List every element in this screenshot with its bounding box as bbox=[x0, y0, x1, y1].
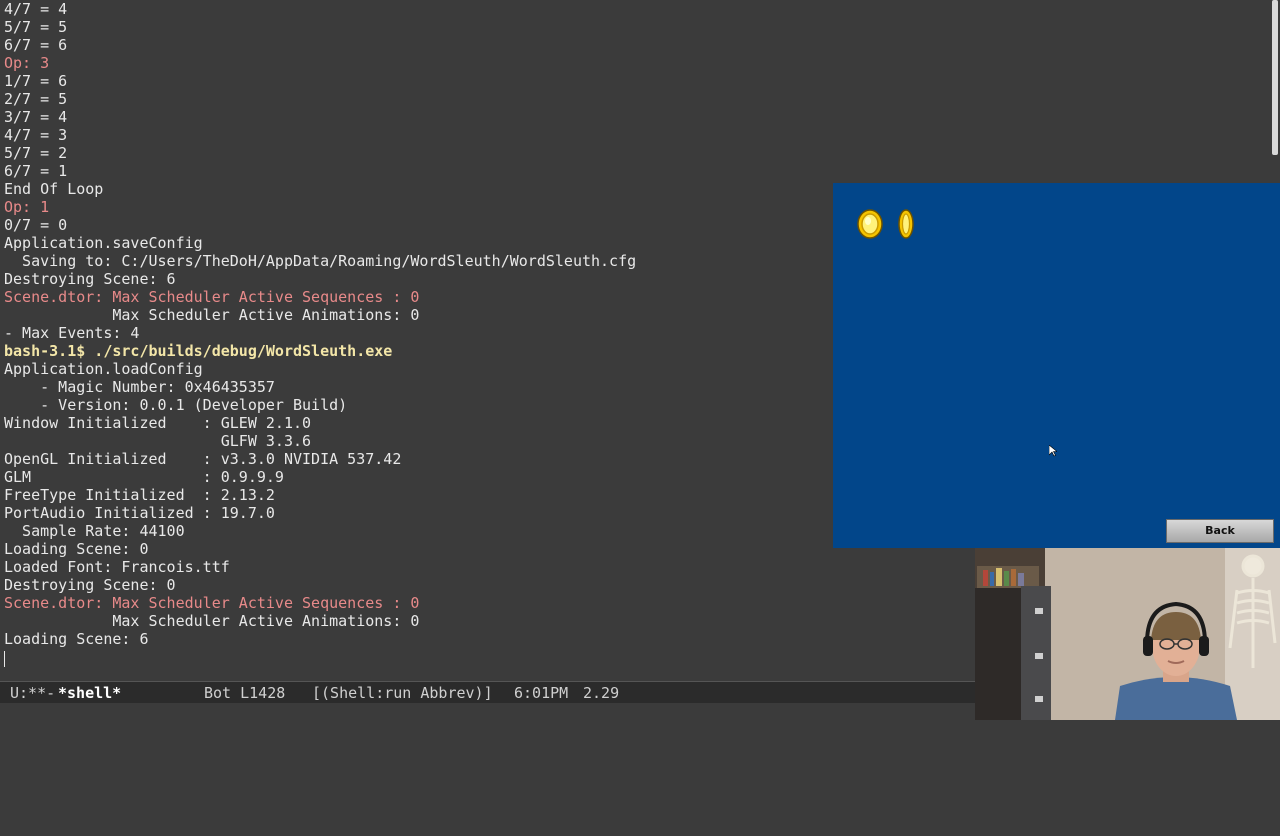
scrollbar-thumb[interactable] bbox=[1272, 0, 1278, 155]
terminal-output: 4/7 = 4 5/7 = 5 6/7 = 6 Op: 3 1/7 = 6 2/7 = 5… bbox=[4, 0, 636, 648]
terminal-line: - Max Events: 4 bbox=[4, 324, 140, 342]
major-minor-modes[interactable]: [(Shell:run Abbrev)] bbox=[312, 682, 493, 704]
terminal-line: - Version: 0.0.1 (Developer Build) bbox=[4, 396, 348, 414]
terminal-line: 4/7 = 3 bbox=[4, 126, 68, 144]
text-cursor bbox=[4, 651, 5, 667]
terminal-line: Application.saveConfig bbox=[4, 234, 203, 252]
terminal-line: Loaded Font: Francois.ttf bbox=[4, 558, 230, 576]
terminal-line: OpenGL Initialized : v3.3.0 NVIDIA 537.4… bbox=[4, 450, 402, 468]
terminal-line: 3/7 = 4 bbox=[4, 108, 68, 126]
terminal-line: FreeType Initialized : 2.13.2 bbox=[4, 486, 275, 504]
terminal-line: Window Initialized : GLEW 2.1.0 bbox=[4, 414, 312, 432]
terminal-line: 4/7 = 4 bbox=[4, 0, 68, 18]
terminal-line: Application.loadConfig bbox=[4, 360, 203, 378]
coin-front-icon bbox=[857, 209, 883, 239]
terminal-line: Sample Rate: 44100 bbox=[4, 522, 185, 540]
coin-edge-icon bbox=[898, 209, 914, 239]
shell-prompt-line: bash-3.1$ ./src/builds/debug/WordSleuth.… bbox=[4, 342, 393, 360]
terminal-line: GLFW 3.3.6 bbox=[4, 432, 312, 450]
terminal-line: 0/7 = 0 bbox=[4, 216, 68, 234]
load-average: 2.29 bbox=[583, 684, 620, 702]
terminal-line: 6/7 = 6 bbox=[4, 36, 68, 54]
terminal-line: Scene.dtor: Max Scheduler Active Sequenc… bbox=[4, 594, 420, 612]
terminal-line: Destroying Scene: 6 bbox=[4, 270, 176, 288]
terminal-line: Loading Scene: 0 bbox=[4, 540, 149, 558]
terminal-line: End Of Loop bbox=[4, 180, 104, 198]
webcam-video-image bbox=[975, 548, 1280, 720]
buffer-name[interactable]: *shell* bbox=[58, 682, 121, 704]
terminal-line: 5/7 = 2 bbox=[4, 144, 68, 162]
shell-terminal[interactable]: 4/7 = 4 5/7 = 5 6/7 = 6 Op: 3 1/7 = 6 2/7 = 5… bbox=[0, 0, 975, 680]
terminal-line: Scene.dtor: Max Scheduler Active Sequenc… bbox=[4, 288, 420, 306]
terminal-line: 2/7 = 5 bbox=[4, 90, 68, 108]
clock: 6:01PM bbox=[514, 684, 569, 702]
back-button[interactable]: Back bbox=[1166, 519, 1274, 543]
terminal-line: 5/7 = 5 bbox=[4, 18, 68, 36]
terminal-line: Op: 1 bbox=[4, 198, 50, 216]
webcam-overlay bbox=[975, 548, 1280, 720]
terminal-line: Saving to: C:/Users/TheDoH/AppData/Roami… bbox=[4, 252, 637, 270]
terminal-line: 6/7 = 1 bbox=[4, 162, 68, 180]
terminal-line: Op: 3 bbox=[4, 54, 50, 72]
minibuffer[interactable] bbox=[0, 703, 975, 720]
scrollbar[interactable] bbox=[1270, 0, 1280, 183]
terminal-line: Destroying Scene: 0 bbox=[4, 576, 176, 594]
terminal-line: PortAudio Initialized : 19.7.0 bbox=[4, 504, 275, 522]
terminal-line: Max Scheduler Active Animations: 0 bbox=[4, 612, 420, 630]
terminal-line: Max Scheduler Active Animations: 0 bbox=[4, 306, 420, 324]
terminal-line: - Magic Number: 0x46435357 bbox=[4, 378, 275, 396]
emacs-mode-line: U:**- *shell* Bot L1428 [(Shell:run Abbr… bbox=[0, 681, 975, 704]
terminal-line: Loading Scene: 6 bbox=[4, 630, 149, 648]
buffer-status: U:**- bbox=[10, 684, 56, 702]
game-window[interactable]: Back bbox=[833, 183, 1280, 548]
buffer-position: Bot L1428 bbox=[204, 684, 286, 702]
terminal-line: 1/7 = 6 bbox=[4, 72, 68, 90]
terminal-line: GLM : 0.9.9.9 bbox=[4, 468, 284, 486]
mouse-pointer-icon bbox=[1049, 445, 1057, 457]
